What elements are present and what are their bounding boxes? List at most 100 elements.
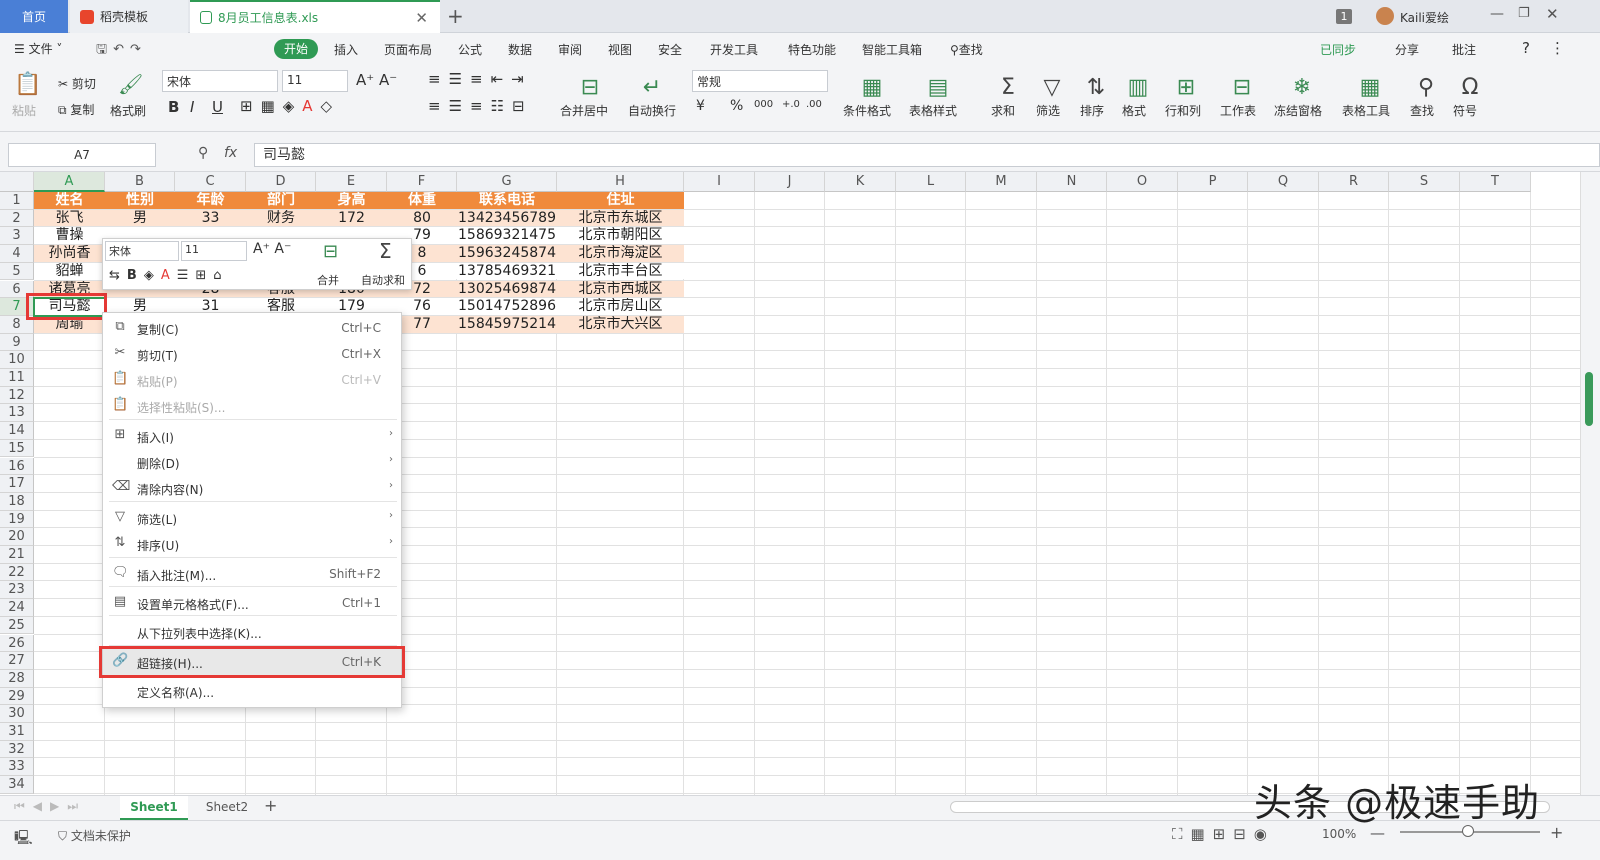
table-cell[interactable]: 北京市丰台区	[557, 263, 684, 281]
table-cell[interactable]: 80	[387, 210, 457, 228]
sum-button[interactable]: 求和	[991, 102, 1015, 119]
row-header[interactable]: 29	[0, 687, 34, 706]
avatar[interactable]	[1376, 7, 1394, 25]
table-cell[interactable]: 13423456789	[457, 210, 557, 228]
table-style-button[interactable]: 表格样式	[909, 102, 957, 119]
zoom-in-icon[interactable]: +	[1550, 823, 1563, 842]
row-header[interactable]: 12	[0, 386, 34, 405]
row-header[interactable]: 13	[0, 404, 34, 423]
bold-button[interactable]: B	[168, 98, 179, 116]
row-header[interactable]: 25	[0, 616, 34, 635]
row-header[interactable]: 30	[0, 705, 34, 723]
tab-security[interactable]: 安全	[658, 41, 682, 58]
row-header[interactable]: 31	[0, 723, 34, 741]
sort-button[interactable]: 排序	[1080, 102, 1104, 119]
zoom-level[interactable]: 100%	[1322, 827, 1356, 841]
row-header[interactable]: 4	[0, 245, 34, 263]
row-header[interactable]: 15	[0, 439, 34, 458]
table-cell[interactable]: 男	[105, 210, 175, 228]
table-cell[interactable]: 部门	[246, 192, 316, 210]
context-menu-item[interactable]: 从下拉列表中选择(K)...	[103, 619, 401, 645]
row-header[interactable]: 10	[0, 351, 34, 369]
column-header[interactable]: D	[246, 172, 316, 192]
cut-button[interactable]: ✂ 剪切	[58, 75, 96, 92]
row-header[interactable]: 2	[0, 209, 34, 228]
table-cell[interactable]: 貂蝉	[34, 263, 105, 281]
user-name[interactable]: Kaili爱绘	[1400, 9, 1449, 26]
number-format-select[interactable]: 常规	[692, 70, 828, 92]
sheet-tab-1[interactable]: Sheet1	[120, 796, 188, 820]
zoom-icon[interactable]: ⚲	[198, 145, 208, 161]
view-mode-icons[interactable]: ⛶▦⊞⊟◉	[1172, 825, 1275, 843]
table-cell[interactable]: 13025469874	[457, 281, 557, 299]
protect-status[interactable]: ⛉ 文档未保护	[58, 827, 131, 844]
tab-data[interactable]: 数据	[508, 41, 532, 58]
more-icon[interactable]: ⋮	[1550, 39, 1565, 57]
add-sheet-icon[interactable]: +	[264, 796, 277, 815]
minimize-icon[interactable]: —	[1490, 6, 1504, 22]
row-header[interactable]: 17	[0, 475, 34, 493]
row-header[interactable]: 9	[0, 333, 34, 352]
row-header[interactable]: 5	[0, 262, 34, 281]
search-button[interactable]: ⚲查找	[950, 41, 983, 58]
select-all-corner[interactable]	[0, 172, 34, 192]
name-box[interactable]: A7	[8, 143, 156, 167]
mini-format-icons[interactable]: ⇆B◈A☰⊞⌂	[109, 268, 229, 283]
row-header[interactable]: 11	[0, 369, 34, 387]
restore-icon[interactable]: ❐	[1518, 6, 1530, 21]
row-header[interactable]: 16	[0, 457, 34, 476]
table-cell[interactable]: 北京市西城区	[557, 281, 684, 299]
tab-view[interactable]: 视图	[608, 41, 632, 58]
mini-font-grow-icon[interactable]: A⁺ A⁻	[253, 241, 291, 257]
tab-page-layout[interactable]: 页面布局	[384, 41, 432, 58]
filter-button[interactable]: 筛选	[1036, 102, 1060, 119]
column-header[interactable]: O	[1107, 172, 1178, 192]
table-cell[interactable]: 身高	[316, 192, 387, 210]
mini-size-select[interactable]: 11	[181, 241, 247, 261]
share-button[interactable]: 分享	[1395, 41, 1419, 58]
freeze-panes-button[interactable]: 冻结窗格	[1274, 102, 1322, 119]
context-menu-item[interactable]: ▤ 设置单元格格式(F)... Ctrl+1	[103, 590, 401, 616]
border-fill-color-icons[interactable]: ⊞▦◈A◇	[240, 97, 340, 115]
context-menu-item[interactable]: ⊞ 插入(I) ›	[103, 423, 401, 449]
column-header[interactable]: P	[1178, 172, 1248, 192]
table-cell[interactable]: 15869321475	[457, 227, 557, 245]
table-cell[interactable]: 年龄	[175, 192, 246, 210]
row-header[interactable]: 19	[0, 510, 34, 529]
context-menu-item[interactable]: 删除(D) ›	[103, 449, 401, 475]
format-painter-button[interactable]: 格式刷	[110, 102, 146, 119]
column-header[interactable]: N	[1037, 172, 1107, 192]
increase-decimal-button[interactable]: +.0 .00	[782, 99, 802, 110]
table-cell[interactable]: 15963245874	[457, 245, 557, 263]
table-cell[interactable]: 北京市朝阳区	[557, 227, 684, 245]
increase-font-icon[interactable]: A⁺ A⁻	[356, 71, 397, 89]
column-header[interactable]: K	[825, 172, 896, 192]
context-menu-item[interactable]: 📋 粘贴(P) Ctrl+V	[103, 367, 401, 393]
column-header[interactable]: L	[896, 172, 966, 192]
table-cell[interactable]: 性别	[105, 192, 175, 210]
column-header[interactable]: H	[557, 172, 684, 192]
italic-button[interactable]: I	[190, 98, 194, 116]
merge-center-button[interactable]: 合并居中	[560, 102, 608, 119]
underline-button[interactable]: U	[212, 98, 223, 116]
table-cell[interactable]: 孙尚香	[34, 245, 105, 263]
column-header[interactable]: J	[755, 172, 825, 192]
mini-merge-button[interactable]: 合并	[317, 272, 339, 288]
tab-formulas[interactable]: 公式	[458, 41, 482, 58]
context-menu-item[interactable]: 定义名称(A)...	[103, 678, 401, 704]
row-header[interactable]: 26	[0, 634, 34, 653]
tab-developer[interactable]: 开发工具	[710, 41, 758, 58]
align-top-icons[interactable]: ≡☰≡⇤⇥	[428, 70, 532, 88]
table-cell[interactable]: 北京市东城区	[557, 210, 684, 228]
fx-button[interactable]: fx	[224, 145, 237, 161]
align-horizontal-icons[interactable]: ≡☰≡☷⊟	[428, 97, 533, 115]
column-header[interactable]: S	[1389, 172, 1460, 192]
sheet-tab-2[interactable]: Sheet2	[196, 796, 258, 820]
column-header[interactable]: R	[1319, 172, 1389, 192]
currency-icon[interactable]: ¥	[696, 98, 705, 114]
new-tab-button[interactable]: +	[447, 4, 464, 28]
row-header[interactable]: 21	[0, 546, 34, 564]
decrease-decimal-button[interactable]: .00 +.0	[806, 99, 826, 110]
table-cell[interactable]: 15845975214	[457, 316, 557, 334]
context-menu-item[interactable]: ⇅ 排序(U) ›	[103, 531, 401, 557]
